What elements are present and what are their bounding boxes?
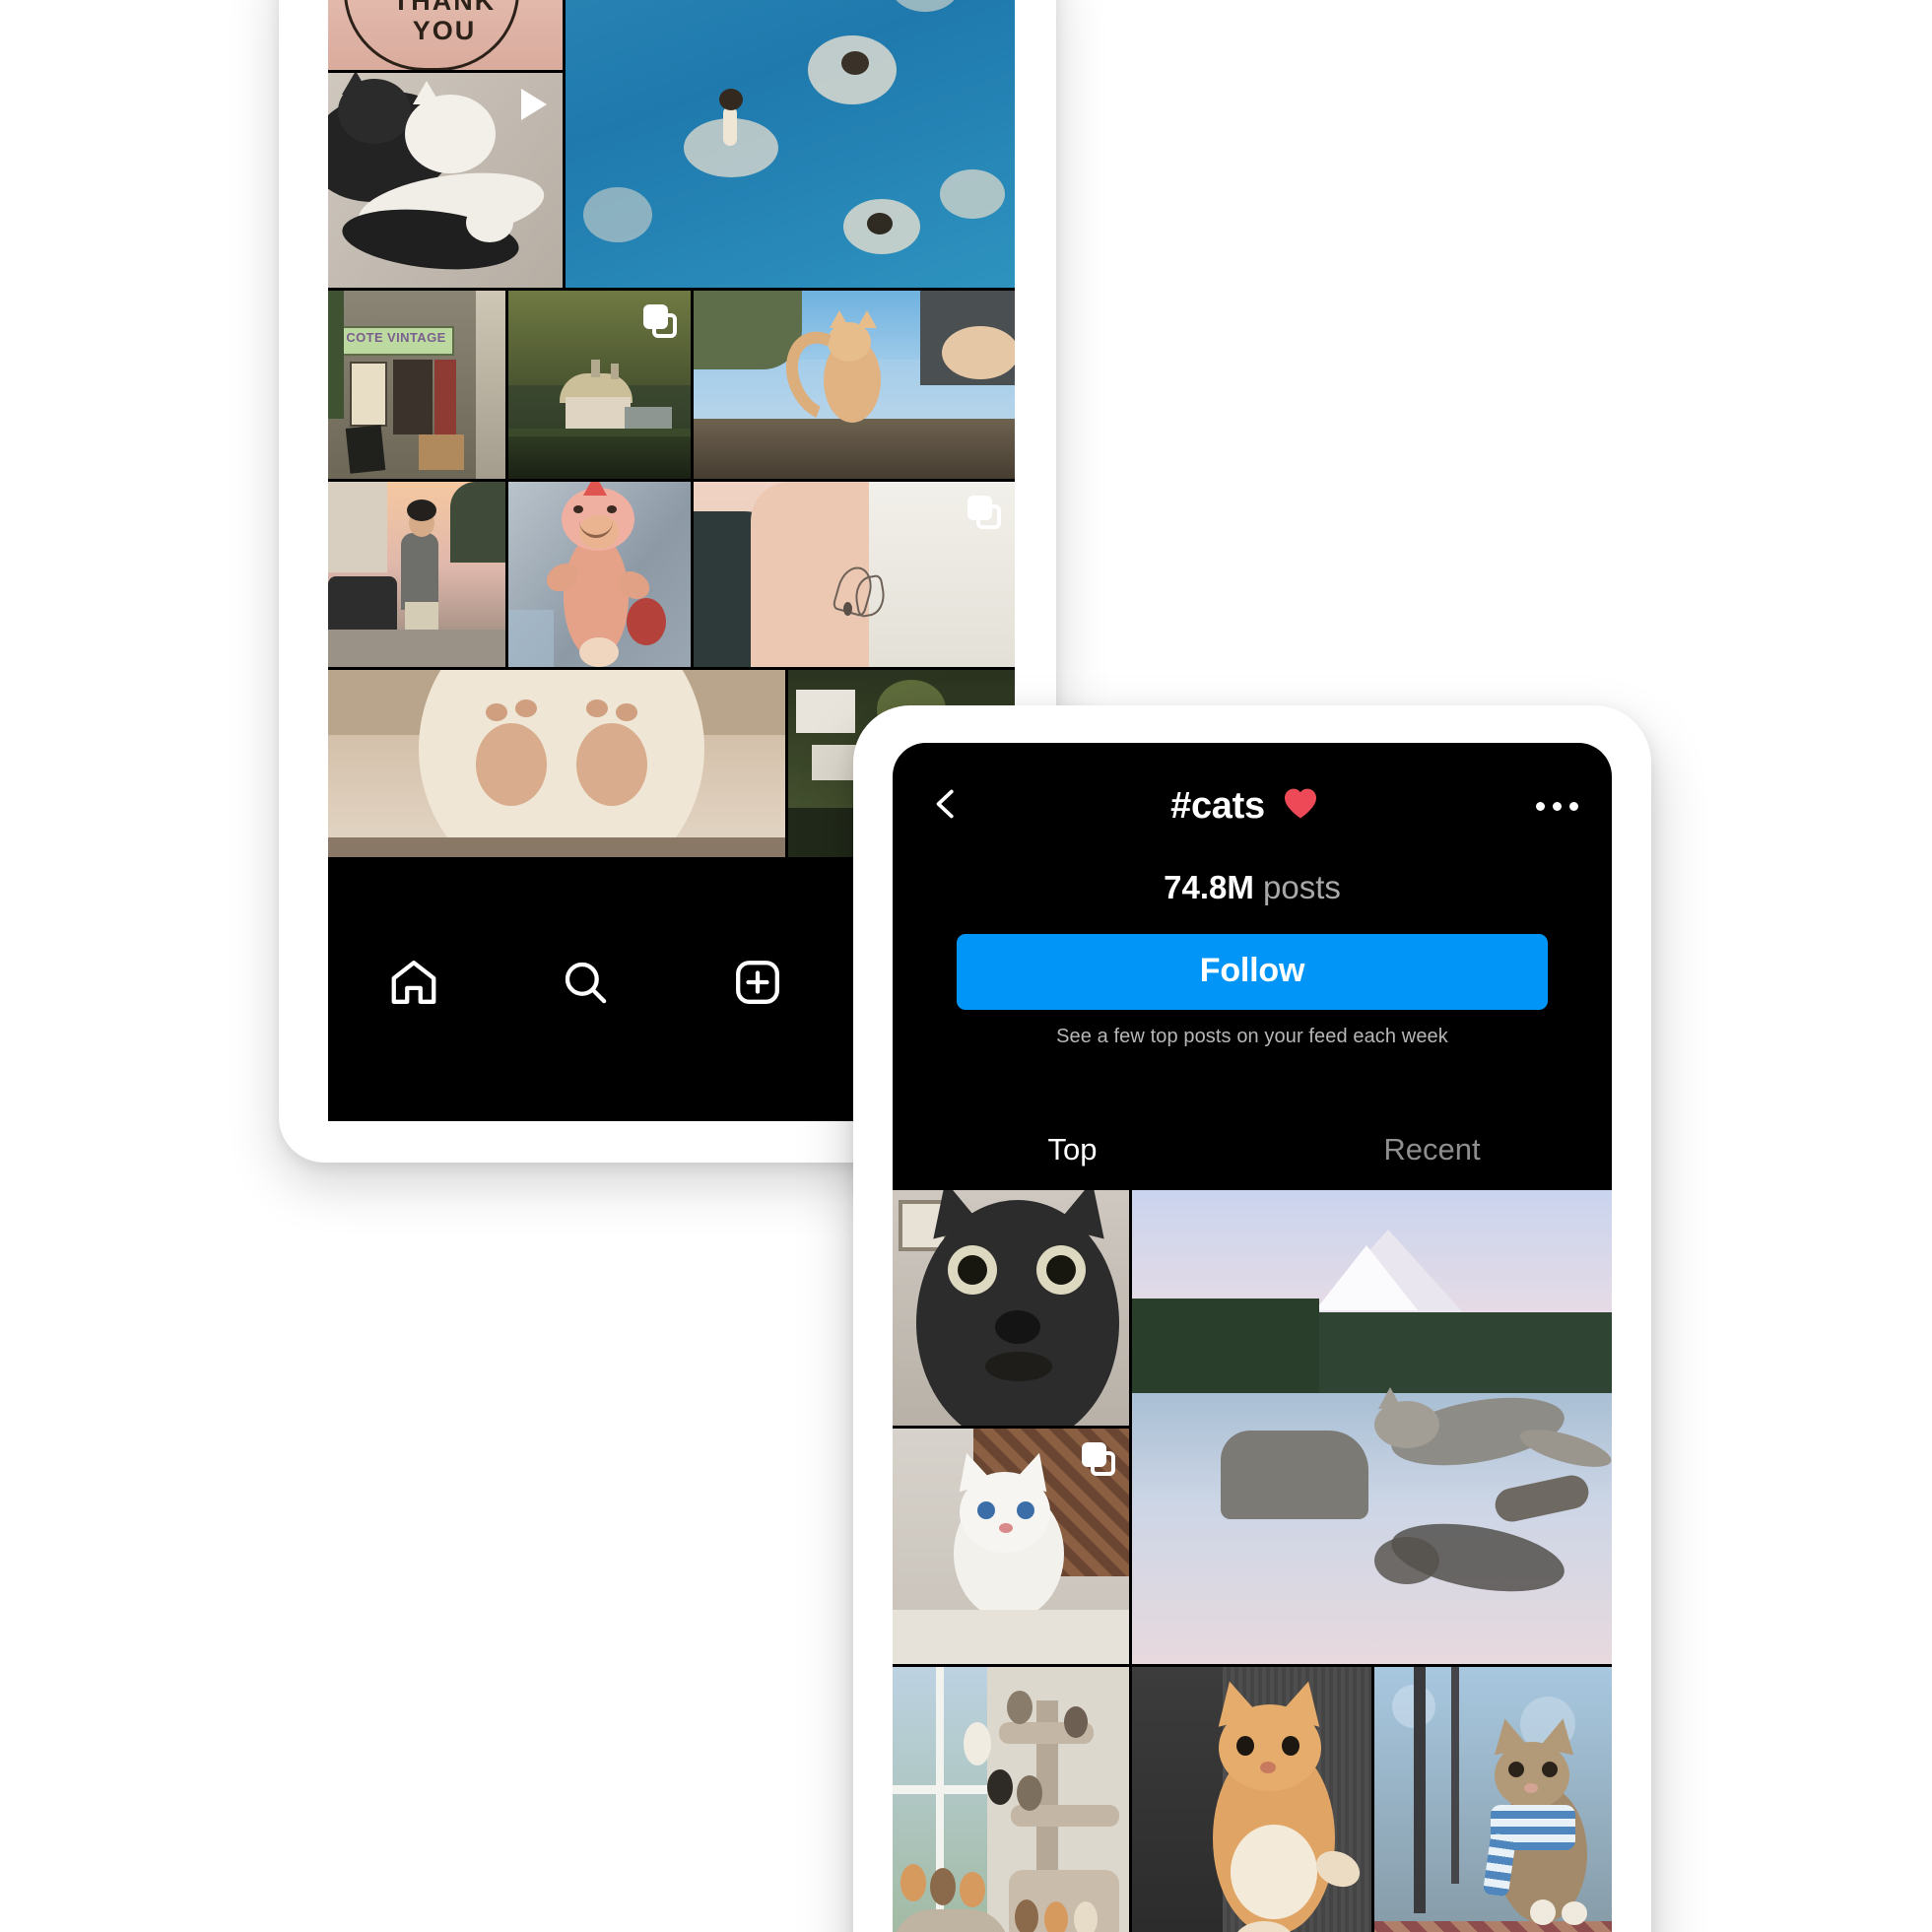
post-caption-line3: YOU bbox=[412, 16, 477, 45]
grid-post-cote-vintage-storefront[interactable]: COTE VINTAGE bbox=[328, 291, 505, 479]
hashtag-title: #cats bbox=[1170, 784, 1265, 827]
follow-button[interactable]: Follow bbox=[957, 934, 1548, 1010]
phone-device: #cats 74.8M posts Follow See a few top p… bbox=[853, 705, 1651, 1932]
grid-post-kitten-on-branch[interactable] bbox=[694, 291, 1015, 479]
phone-header: #cats bbox=[893, 743, 1612, 869]
ellipsis-icon bbox=[1552, 801, 1562, 811]
grid-post-tattoo-no-thank-you[interactable]: NO THANK YOU bbox=[328, 0, 563, 70]
grid-post-cat-leaping-over-lake[interactable] bbox=[1132, 1190, 1612, 1664]
grid-post-person-street[interactable] bbox=[328, 482, 505, 667]
table-row bbox=[328, 482, 1015, 667]
hashtag-meta: 74.8M posts Follow See a few top posts o… bbox=[893, 869, 1612, 1048]
post-caption-line2: THANK bbox=[392, 0, 497, 16]
table-row: NO THANK YOU bbox=[328, 0, 1015, 288]
grid-post-cat-blue-scarf-swing[interactable] bbox=[1374, 1667, 1612, 1932]
grid-post-orange-kitten-couch[interactable] bbox=[1132, 1667, 1371, 1932]
follow-subtitle: See a few top posts on your feed each we… bbox=[1056, 1026, 1448, 1047]
grid-post-pool-swimmers[interactable] bbox=[566, 0, 1015, 288]
sidebar-item-create[interactable] bbox=[672, 956, 843, 1014]
storefront-sign-text: COTE VINTAGE bbox=[346, 330, 446, 345]
screenshot-canvas: NO THANK YOU bbox=[0, 0, 1932, 1932]
table-row bbox=[893, 1190, 1612, 1664]
grid-post-surprised-black-cat[interactable] bbox=[893, 1190, 1129, 1426]
post-count-label: posts bbox=[1263, 869, 1341, 905]
chevron-left-icon bbox=[926, 784, 966, 829]
post-count: 74.8M posts bbox=[932, 869, 1572, 906]
grid-post-cuddling-kittens[interactable] bbox=[328, 73, 563, 288]
page-title: #cats bbox=[964, 785, 1527, 828]
grid-post-cat-paw-pads[interactable] bbox=[328, 670, 785, 857]
grid-post-thatched-cottage[interactable] bbox=[508, 291, 691, 479]
grid-post-white-kitten[interactable] bbox=[893, 1429, 1129, 1664]
hashtag-tabs: Top Recent bbox=[893, 1109, 1612, 1190]
more-options-button[interactable] bbox=[1527, 778, 1586, 833]
grid-post-butterfly-tattoo[interactable] bbox=[694, 482, 1015, 667]
grid-post-kittens-cat-tree[interactable] bbox=[893, 1667, 1129, 1932]
tab-recent[interactable]: Recent bbox=[1252, 1109, 1612, 1190]
ellipsis-icon bbox=[1568, 801, 1578, 811]
home-icon bbox=[387, 956, 440, 1014]
phone-photo-grid bbox=[893, 1190, 1612, 1932]
table-row: COTE VINTAGE bbox=[328, 291, 1015, 479]
post-count-value: 74.8M bbox=[1164, 869, 1254, 905]
grid-post-kitten-pink-hat[interactable] bbox=[508, 482, 691, 667]
search-icon bbox=[559, 956, 612, 1014]
sidebar-item-search[interactable] bbox=[500, 956, 671, 1014]
sidebar-item-home[interactable] bbox=[328, 956, 500, 1014]
ellipsis-icon bbox=[1535, 801, 1545, 811]
heart-icon bbox=[1281, 785, 1320, 827]
phone-screen: #cats 74.8M posts Follow See a few top p… bbox=[893, 743, 1612, 1932]
tab-top[interactable]: Top bbox=[893, 1109, 1252, 1190]
table-row bbox=[893, 1667, 1612, 1932]
create-icon bbox=[731, 956, 784, 1014]
